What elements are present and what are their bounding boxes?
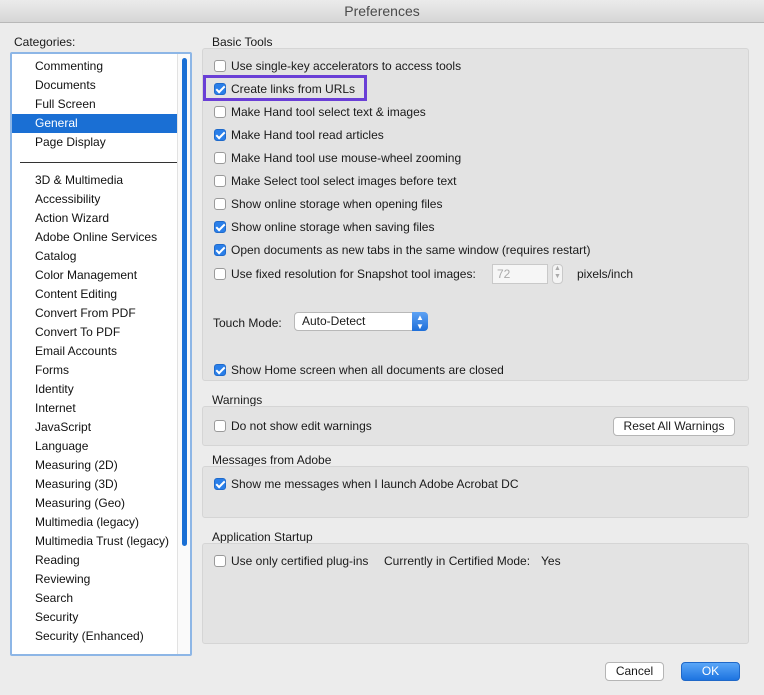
edit-warnings-option[interactable]: Do not show edit warnings	[214, 418, 372, 434]
category-item[interactable]: Page Display	[12, 133, 180, 152]
option-checkbox[interactable]	[214, 198, 226, 210]
snapshot-unit-label: pixels/inch	[577, 267, 634, 281]
basic-tools-option[interactable]: Make Hand tool read articles	[214, 127, 384, 143]
basic-tools-title: Basic Tools	[212, 35, 273, 49]
category-item[interactable]: Search	[12, 589, 180, 608]
window-title: Preferences	[344, 3, 420, 19]
category-item[interactable]: 3D & Multimedia	[12, 171, 180, 190]
category-item[interactable]: Reviewing	[12, 570, 180, 589]
category-item[interactable]: Internet	[12, 399, 180, 418]
basic-tools-option[interactable]: Use fixed resolution for Snapshot tool i…	[214, 266, 476, 282]
category-item[interactable]: Full Screen	[12, 95, 180, 114]
touch-mode-label: Touch Mode:	[213, 316, 282, 330]
categories-items: Commenting Documents Full Screen General Pag…	[12, 57, 180, 646]
option-label: Make Hand tool read articles	[231, 128, 384, 142]
option-label: Make Hand tool use mouse-wheel zooming	[231, 151, 462, 165]
option-label: Use single-key accelerators to access to…	[231, 59, 462, 73]
basic-tools-option[interactable]: Show online storage when opening files	[214, 196, 442, 212]
category-separator	[12, 152, 180, 171]
home-screen-label: Show Home screen when all documents are …	[231, 363, 504, 377]
option-checkbox[interactable]	[214, 268, 226, 280]
category-item[interactable]: Email Accounts	[12, 342, 180, 361]
basic-tools-option[interactable]: Make Hand tool select text & images	[214, 104, 426, 120]
reset-all-warnings-button[interactable]: Reset All Warnings	[613, 417, 735, 436]
option-label: Show online storage when opening files	[231, 197, 443, 211]
messages-checkbox[interactable]	[214, 478, 226, 490]
option-label: Make Select tool select images before te…	[231, 174, 457, 188]
touch-mode-select[interactable]: Auto-Detect ▲ ▼	[294, 312, 428, 331]
categories-list[interactable]: Commenting Documents Full Screen General Pag…	[10, 52, 192, 656]
category-item[interactable]: Security (Enhanced)	[12, 627, 180, 646]
category-item[interactable]: Language	[12, 437, 180, 456]
snapshot-resolution-input[interactable]: 72	[492, 264, 548, 284]
option-label: Show online storage when saving files	[231, 220, 435, 234]
option-checkbox[interactable]	[214, 221, 226, 233]
touch-mode-value: Auto-Detect	[302, 314, 366, 328]
category-item[interactable]: Documents	[12, 76, 180, 95]
option-label: Make Hand tool select text & images	[231, 105, 426, 119]
home-screen-checkbox[interactable]	[214, 364, 226, 376]
option-checkbox[interactable]	[214, 244, 226, 256]
category-item[interactable]: JavaScript	[12, 418, 180, 437]
certified-mode-label: Currently in Certified Mode:	[384, 554, 531, 568]
option-checkbox[interactable]	[214, 175, 226, 187]
option-label: Open documents as new tabs in the same w…	[231, 243, 591, 257]
basic-tools-option[interactable]: Use single-key accelerators to access to…	[214, 58, 461, 74]
basic-tools-option[interactable]: Make Hand tool use mouse-wheel zooming	[214, 150, 461, 166]
certified-plugins-label: Use only certified plug-ins	[231, 554, 369, 568]
snapshot-resolution-stepper[interactable]: ▲ ▼	[552, 264, 563, 284]
category-item[interactable]: Convert From PDF	[12, 304, 180, 323]
edit-warnings-checkbox[interactable]	[214, 420, 226, 432]
messages-label: Show me messages when I launch Adobe Acr…	[231, 477, 519, 491]
certified-plugins-option[interactable]: Use only certified plug-ins	[214, 553, 368, 569]
startup-title: Application Startup	[212, 530, 313, 544]
category-item[interactable]: Identity	[12, 380, 180, 399]
warnings-title: Warnings	[212, 393, 263, 407]
certified-plugins-checkbox[interactable]	[214, 555, 226, 567]
categories-scrolltrack[interactable]	[177, 54, 190, 654]
categories-scrollbar[interactable]	[182, 58, 187, 546]
category-item[interactable]: Action Wizard	[12, 209, 180, 228]
option-checkbox[interactable]	[214, 106, 226, 118]
edit-warnings-label: Do not show edit warnings	[231, 419, 372, 433]
category-item[interactable]: Convert To PDF	[12, 323, 180, 342]
category-item[interactable]: Accessibility	[12, 190, 180, 209]
category-item[interactable]: Forms	[12, 361, 180, 380]
categories-label: Categories:	[14, 35, 76, 49]
basic-tools-option[interactable]: Show online storage when saving files	[214, 219, 434, 235]
option-label: Use fixed resolution for Snapshot tool i…	[231, 267, 476, 281]
category-item[interactable]: Reading	[12, 551, 180, 570]
cancel-button[interactable]: Cancel	[605, 662, 664, 681]
basic-tools-option[interactable]: Open documents as new tabs in the same w…	[214, 242, 591, 258]
messages-title: Messages from Adobe	[212, 453, 332, 467]
category-item[interactable]: Multimedia Trust (legacy)	[12, 532, 180, 551]
option-checkbox[interactable]	[214, 129, 226, 141]
messages-option[interactable]: Show me messages when I launch Adobe Acr…	[214, 476, 519, 492]
category-item[interactable]: Commenting	[12, 57, 180, 76]
category-item[interactable]: Multimedia (legacy)	[12, 513, 180, 532]
messages-group	[202, 466, 749, 518]
select-arrows-icon: ▲ ▼	[412, 312, 428, 331]
home-screen-option[interactable]: Show Home screen when all documents are …	[214, 362, 504, 378]
category-item[interactable]: Catalog	[12, 247, 180, 266]
focus-highlight	[203, 75, 367, 101]
option-checkbox[interactable]	[214, 152, 226, 164]
category-item[interactable]: General	[12, 114, 180, 133]
ok-button[interactable]: OK	[681, 662, 740, 681]
category-item[interactable]: Adobe Online Services	[12, 228, 180, 247]
option-checkbox[interactable]	[214, 60, 226, 72]
basic-tools-option[interactable]: Make Select tool select images before te…	[214, 173, 456, 189]
window-titlebar: Preferences	[0, 0, 764, 23]
category-item[interactable]: Security	[12, 608, 180, 627]
category-item[interactable]: Content Editing	[12, 285, 180, 304]
category-item[interactable]: Measuring (2D)	[12, 456, 180, 475]
category-item[interactable]: Color Management	[12, 266, 180, 285]
category-item[interactable]: Measuring (3D)	[12, 475, 180, 494]
category-item[interactable]: Measuring (Geo)	[12, 494, 180, 513]
certified-mode-value: Yes	[541, 554, 561, 568]
